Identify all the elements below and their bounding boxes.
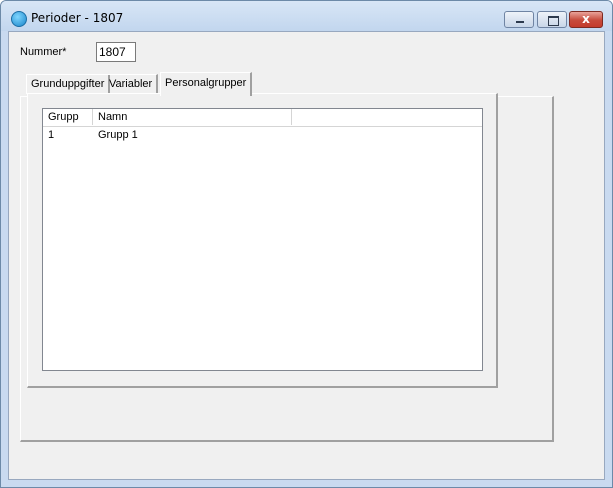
dialog-body: Nummer* Grunduppgifter Variabler Persona…: [8, 31, 605, 480]
close-button[interactable]: x: [569, 11, 603, 28]
column-header-empty[interactable]: [292, 109, 482, 125]
close-icon: x: [582, 12, 590, 26]
grid-header: Grupp Namn: [43, 109, 482, 127]
minimize-icon: [516, 21, 524, 23]
nummer-field[interactable]: [96, 42, 136, 62]
nummer-label: Nummer*: [20, 46, 67, 58]
tab-grunduppgifter[interactable]: Grunduppgifter: [26, 74, 111, 94]
window-title: Perioder - 1807: [31, 11, 124, 25]
window: Perioder - 1807 x Nummer* Grunduppgifter…: [0, 0, 613, 488]
minimize-button[interactable]: [504, 11, 534, 28]
tab-panel-personalgrupper: Grupp Namn 1 Grupp 1: [27, 93, 498, 388]
cell-grupp: 1: [48, 129, 55, 141]
cell-namn: Grupp 1: [98, 129, 138, 141]
app-icon: [11, 11, 27, 27]
column-header-grupp[interactable]: Grupp: [43, 109, 93, 125]
tab-personalgrupper[interactable]: Personalgrupper: [160, 72, 253, 96]
title-bar[interactable]: Perioder - 1807 x: [1, 1, 612, 31]
maximize-button[interactable]: [537, 11, 567, 28]
maximize-icon: [548, 16, 559, 26]
tab-variabler[interactable]: Variabler: [105, 74, 159, 94]
column-header-namn[interactable]: Namn: [93, 109, 292, 125]
table-row[interactable]: 1 Grupp 1: [43, 127, 482, 143]
personalgrupper-grid[interactable]: Grupp Namn 1 Grupp 1: [42, 108, 483, 371]
